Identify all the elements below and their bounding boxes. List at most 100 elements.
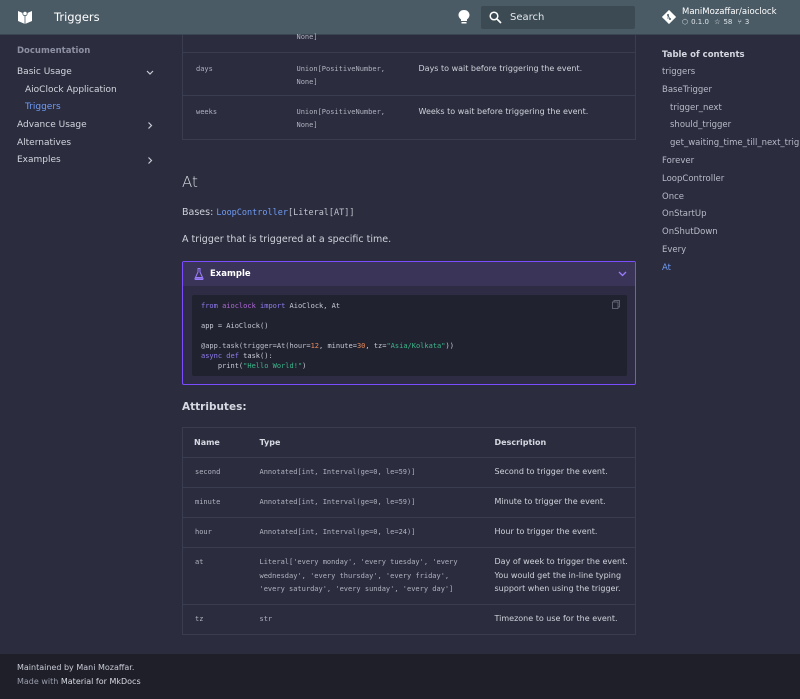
table-row: second Annotated[int, Interval(ge=0, le=… (182, 457, 636, 488)
toc-item-get-waiting-time[interactable]: get_waiting_time_till_next_trig... (662, 135, 800, 153)
chevron-right-icon (148, 122, 153, 129)
nav-item-label: Advance Usage (17, 120, 87, 131)
attr-name: at (195, 558, 204, 566)
toc-item-should-trigger[interactable]: should_trigger (662, 117, 800, 135)
nav-item-aioclock-application[interactable]: AioClock Application (17, 82, 157, 100)
toc-item-onshutdown[interactable]: OnShutDown (662, 224, 800, 242)
chevron-down-icon (146, 70, 154, 75)
code-token: import (260, 302, 286, 310)
bases-label: Bases: (182, 207, 214, 218)
nav-item-label: AioClock Application (25, 84, 117, 95)
section-description: A trigger that is triggered at a specifi… (182, 234, 392, 245)
repo-stars: 58 (723, 18, 733, 26)
table-row: None] (183, 33, 636, 52)
nav-item-examples[interactable]: Examples (17, 152, 157, 170)
table-row: days Union[PositiveNumber, None] Days to… (182, 51, 636, 95)
column-header: Description (483, 427, 636, 458)
attr-description: Second to trigger the event. (494, 467, 608, 476)
toc-item-onstartup[interactable]: OnStartUp (662, 206, 800, 224)
type-text: None] (296, 78, 318, 86)
code-token: ) (302, 362, 307, 370)
nav-item-label: Examples (17, 155, 61, 166)
attr-type: str (259, 615, 273, 623)
type-text: None] (296, 33, 318, 41)
flask-icon (194, 268, 204, 280)
material-mkdocs-link[interactable]: Material for MkDocs (61, 677, 141, 686)
param-name: days (196, 64, 213, 73)
search-box[interactable] (481, 6, 635, 29)
table-row: hour Annotated[int, Interval(ge=0, le=24… (182, 517, 636, 548)
attr-description: You would get the in-line typing (494, 570, 622, 580)
table-row: at Literal['every monday', 'every tuesda… (182, 547, 636, 605)
attributes-table: Name Type Description second Annotated[i… (182, 427, 636, 635)
every-params-table: None] days Union[PositiveNumber, None] D… (182, 33, 636, 140)
attr-type: Annotated[int, Interval(ge=0, le=24)] (259, 528, 416, 536)
sidebar-nav: Documentation Basic Usage AioClock Appli… (17, 46, 157, 170)
table-row: minute Annotated[int, Interval(ge=0, le=… (182, 487, 636, 518)
footer-made-with: Made with (17, 677, 59, 686)
attributes-heading: Attributes: (182, 401, 247, 413)
param-description: Days to wait before triggering the event… (418, 63, 583, 73)
code-token: app = AioClock() (201, 322, 269, 330)
footer-maintainer: Maintained by Mani Mozaffar. (17, 663, 135, 672)
copy-icon[interactable] (612, 300, 620, 309)
nav-item-triggers[interactable]: Triggers (17, 99, 157, 117)
code-token: , minute= (319, 342, 357, 350)
code-token: from (201, 302, 218, 310)
toc-item-at[interactable]: At (662, 260, 800, 278)
code-token: async def (201, 352, 239, 360)
toc-item-every[interactable]: Every (662, 242, 800, 260)
toc-item-forever[interactable]: Forever (662, 153, 800, 171)
example-header[interactable]: Example (183, 262, 635, 286)
type-text: Union[PositiveNumber, (296, 107, 386, 116)
type-text: Union[PositiveNumber, (296, 64, 386, 73)
toc-item-once[interactable]: Once (662, 189, 800, 207)
toc-item-triggers[interactable]: triggers (662, 64, 800, 82)
nav-item-alternatives[interactable]: Alternatives (17, 135, 157, 153)
repo-name: ManiMozaffar/aioclock (682, 7, 777, 17)
attr-description: Day of week to trigger the event. (494, 557, 628, 566)
attr-description: support when using the trigger. (494, 584, 621, 593)
search-input[interactable] (510, 9, 628, 26)
bases-line: Bases: LoopController[Literal[AT]] (182, 207, 355, 218)
attr-type: wednesday', 'every thursday', 'every fri… (259, 571, 450, 580)
table-row: weeks Union[PositiveNumber, None] Weeks … (182, 94, 636, 139)
loopcontroller-link[interactable]: LoopController (216, 208, 288, 218)
chevron-down-icon (618, 271, 627, 277)
chevron-right-icon (148, 157, 153, 165)
header-bar: Triggers ManiMozaffar/aioclock ⬡0.1.0 ☆5… (0, 0, 800, 35)
table-row: tz str Timezone to use for the event. (182, 604, 636, 635)
footer-credit: Made with Material for MkDocs (17, 677, 141, 686)
code-token: (): (260, 352, 273, 360)
attr-name: tz (195, 615, 204, 623)
repo-version: 0.1.0 (691, 18, 709, 26)
nav-title: Documentation (17, 46, 91, 56)
section-heading: At (182, 173, 198, 191)
attr-name: hour (195, 528, 212, 536)
column-header: Name (182, 427, 249, 458)
toc-item-loopcontroller[interactable]: LoopController (662, 171, 800, 189)
repo-link[interactable]: ManiMozaffar/aioclock ⬡ 0.1.0 ☆ 58 ⑂ 3 (662, 7, 792, 29)
attr-type: 'every saturday', 'every sunday', 'every… (259, 585, 454, 593)
toc-item-trigger-next[interactable]: trigger_next (662, 100, 800, 118)
book-logo-icon[interactable] (17, 10, 33, 25)
attr-type: Annotated[int, Interval(ge=0, le=59)] (259, 468, 416, 476)
fork-icon: ⑂ (737, 18, 742, 26)
code-token: "Hello World!" (243, 362, 303, 370)
bases-generic: [Literal[AT]] (287, 208, 355, 218)
footer: Maintained by Mani Mozaffar. Made with M… (0, 654, 800, 699)
search-icon (489, 11, 502, 24)
toc-item-basetrigger[interactable]: BaseTrigger (662, 82, 800, 100)
code-token: print( (201, 362, 244, 370)
repo-forks: 3 (744, 18, 750, 26)
nav-item-basic-usage[interactable]: Basic Usage (17, 64, 157, 82)
nav-item-label: Alternatives (17, 137, 72, 148)
lightbulb-icon[interactable] (458, 10, 470, 25)
nav-item-advance-usage[interactable]: Advance Usage (17, 117, 157, 135)
nav-item-label: Triggers (25, 102, 61, 113)
param-description: Weeks to wait before triggering the even… (418, 106, 589, 116)
toc-title: Table of contents (662, 50, 745, 60)
column-header: Type (248, 427, 484, 458)
example-title: Example (210, 269, 251, 279)
table-header-row: Name Type Description (182, 427, 636, 458)
